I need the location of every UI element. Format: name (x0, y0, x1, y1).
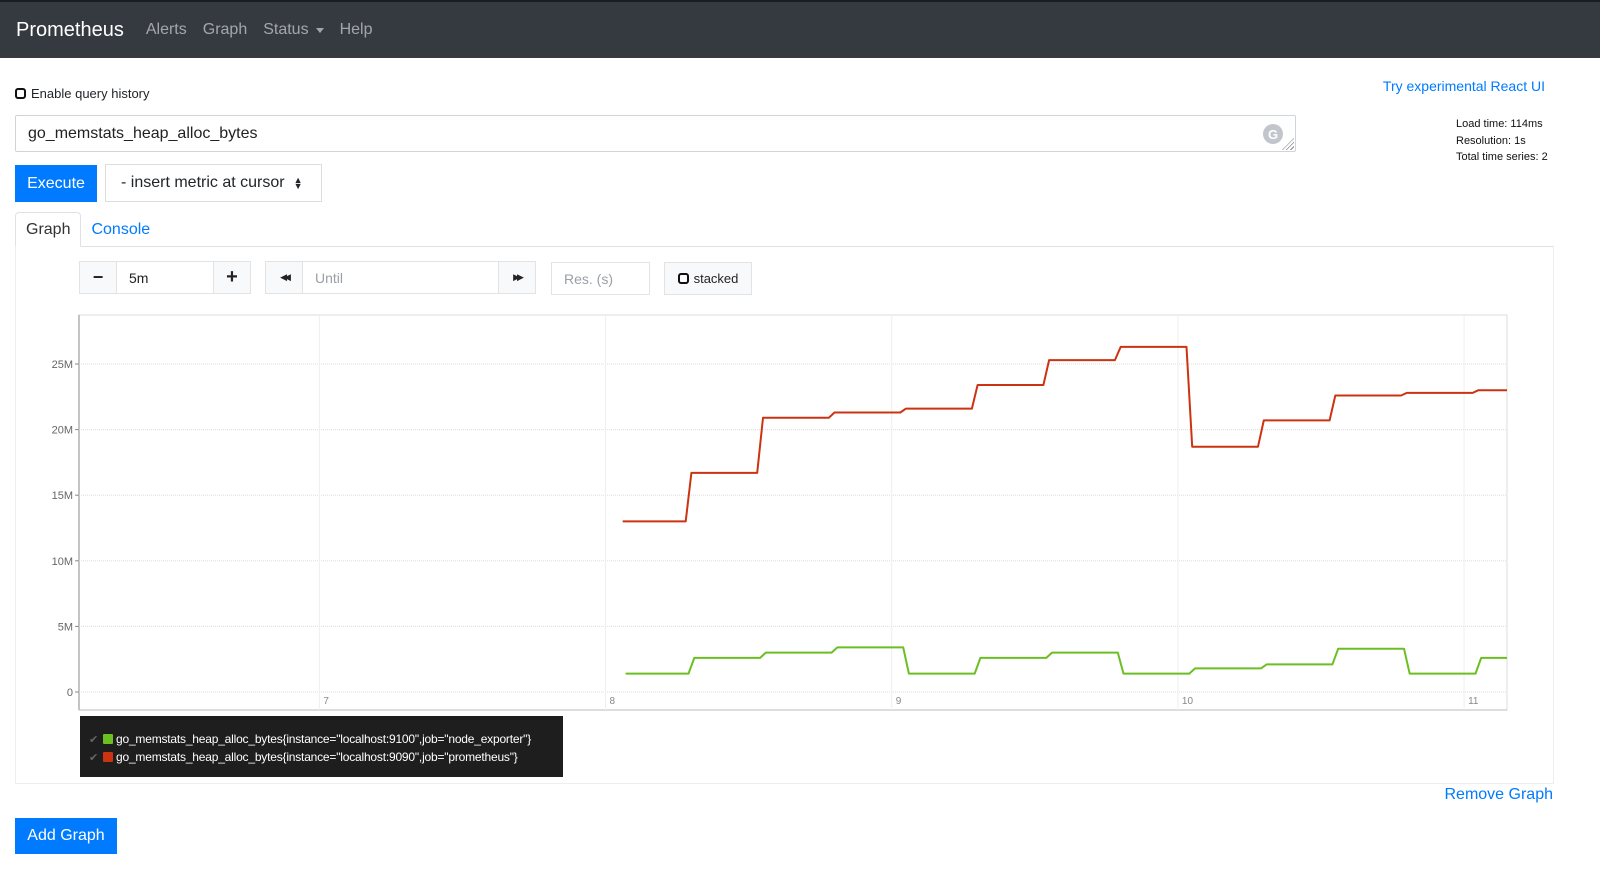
legend-swatch-red (103, 752, 113, 762)
legend-item[interactable]: ✔ go_memstats_heap_alloc_bytes{instance=… (89, 730, 563, 748)
check-icon: ✔ (89, 751, 99, 764)
add-graph-button[interactable]: Add Graph (15, 818, 117, 854)
x-tick-label: 7 (323, 696, 329, 707)
remove-graph-link[interactable]: Remove Graph (1445, 786, 1554, 804)
legend-item[interactable]: ✔ go_memstats_heap_alloc_bytes{instance=… (89, 748, 563, 766)
legend-swatch-green (103, 734, 113, 744)
y-tick-label: 5M (58, 621, 73, 633)
x-tick-label: 8 (610, 696, 616, 707)
plot-frame (78, 314, 1508, 711)
legend-label: go_memstats_heap_alloc_bytes{instance="l… (116, 750, 518, 764)
y-tick-label: 25M (52, 359, 73, 371)
series-line-0 (625, 646, 1507, 675)
chart-legend: ✔ go_memstats_heap_alloc_bytes{instance=… (80, 716, 563, 777)
tab-graph[interactable]: Graph (15, 212, 82, 247)
y-tick-label: 20M (52, 425, 73, 437)
x-tick-label: 11 (1468, 696, 1479, 707)
legend-label: go_memstats_heap_alloc_bytes{instance="l… (116, 732, 532, 746)
y-tick-label: 0 (67, 687, 73, 699)
y-tick-label: 15M (52, 490, 73, 502)
x-tick-label: 9 (896, 696, 902, 707)
x-tick-label: 10 (1182, 696, 1194, 707)
y-tick-label: 10M (52, 556, 73, 568)
check-icon: ✔ (89, 733, 99, 746)
